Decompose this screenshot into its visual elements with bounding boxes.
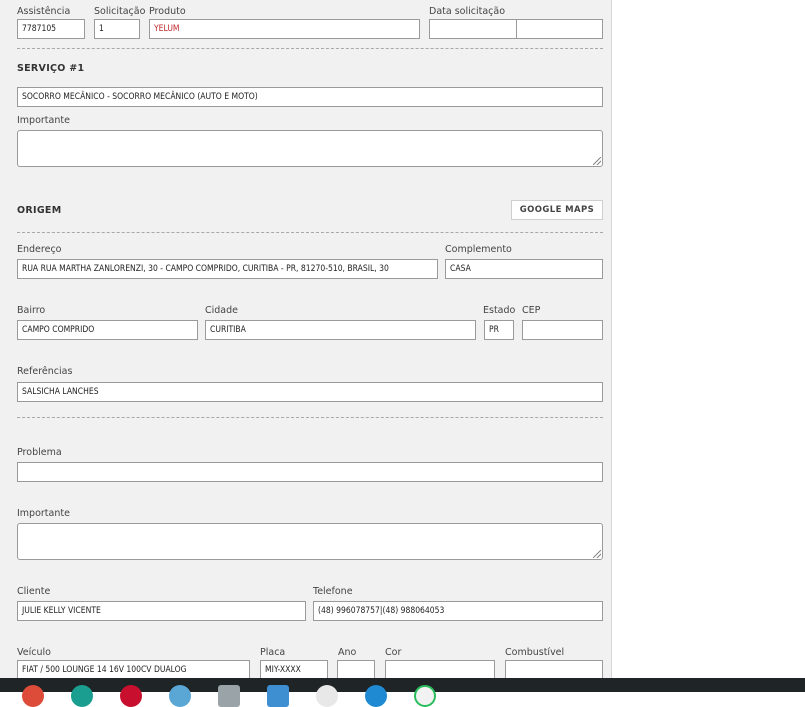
taskbar [0,678,805,707]
estado-label: Estado [483,305,516,316]
estado-field[interactable]: PR [484,320,514,340]
hora-solicitacao-field[interactable] [516,19,603,39]
resize-grip-icon[interactable] [593,157,601,165]
edge-icon[interactable] [71,685,93,707]
telefone-field[interactable]: (48) 996078757|(48) 988064053 [313,601,603,621]
combustivel-label: Combustível [505,647,565,658]
data-solicitacao-label: Data solicitação [429,6,506,17]
divider [17,232,603,233]
servico-field[interactable]: SOCORRO MECÂNICO - SOCORRO MECÂNICO (AUT… [17,87,603,107]
referencias-field[interactable]: SALSICHA LANCHES [17,382,603,402]
cliente-field[interactable]: JULIE KELLY VICENTE [17,601,306,621]
solicitacao-label: Solicitação [94,6,146,17]
servico-importante-textarea[interactable] [17,130,603,167]
importante-textarea[interactable] [17,523,603,560]
cidade-field[interactable]: CURITIBA [205,320,476,340]
origem-title: ORIGEM [17,205,62,216]
servico-importante-label: Importante [17,115,70,126]
cep-label: CEP [522,305,541,316]
cliente-label: Cliente [17,586,51,597]
resize-grip-icon[interactable] [593,550,601,558]
produto-field[interactable]: YELUM [149,19,420,39]
data-solicitacao-field[interactable] [429,19,517,39]
bairro-label: Bairro [17,305,46,316]
veiculo-label: Veículo [17,647,51,658]
bairro-field[interactable]: CAMPO COMPRIDO [17,320,198,340]
app-icon[interactable] [365,685,387,707]
endereco-field[interactable]: RUA RUA MARTHA ZANLORENZI, 30 - CAMPO CO… [17,259,438,279]
cor-label: Cor [385,647,402,658]
importante-label: Importante [17,508,70,519]
placa-label: Placa [260,647,286,658]
opera-icon[interactable] [120,685,142,707]
cor-field[interactable] [385,660,495,678]
ano-label: Ano [338,647,357,658]
servico-title: SERVIÇO #1 [17,63,85,74]
google-maps-button[interactable]: GOOGLE MAPS [511,200,603,220]
divider [17,417,603,418]
chrome-profile-icon[interactable] [316,685,338,707]
ano-field[interactable] [337,660,375,678]
solicitacao-field[interactable]: 1 [94,19,140,39]
chrome-icon[interactable] [22,685,44,707]
produto-label: Produto [149,6,186,17]
complemento-field[interactable]: CASA [445,259,603,279]
cidade-label: Cidade [205,305,238,316]
calculator-icon[interactable] [267,685,289,707]
telefone-label: Telefone [313,586,353,597]
cep-field[interactable] [522,320,603,340]
veiculo-field[interactable]: FIAT / 500 LOUNGE 14 16V 100CV DUALOG [17,660,250,678]
whatsapp-icon[interactable] [414,685,436,707]
combustivel-field[interactable] [505,660,603,678]
endereco-label: Endereço [17,244,62,255]
problema-label: Problema [17,447,62,458]
referencias-label: Referências [17,366,73,377]
divider [17,48,603,49]
complemento-label: Complemento [445,244,512,255]
assistencia-field[interactable]: 7787105 [17,19,85,39]
problema-field[interactable] [17,462,603,482]
placa-field[interactable]: MIY-XXXX [260,660,328,678]
browser-icon[interactable] [169,685,191,707]
files-icon[interactable] [218,685,240,707]
assistencia-label: Assistência [17,6,71,17]
form-panel: Assistência 7787105 Solicitação 1 Produt… [0,0,612,678]
